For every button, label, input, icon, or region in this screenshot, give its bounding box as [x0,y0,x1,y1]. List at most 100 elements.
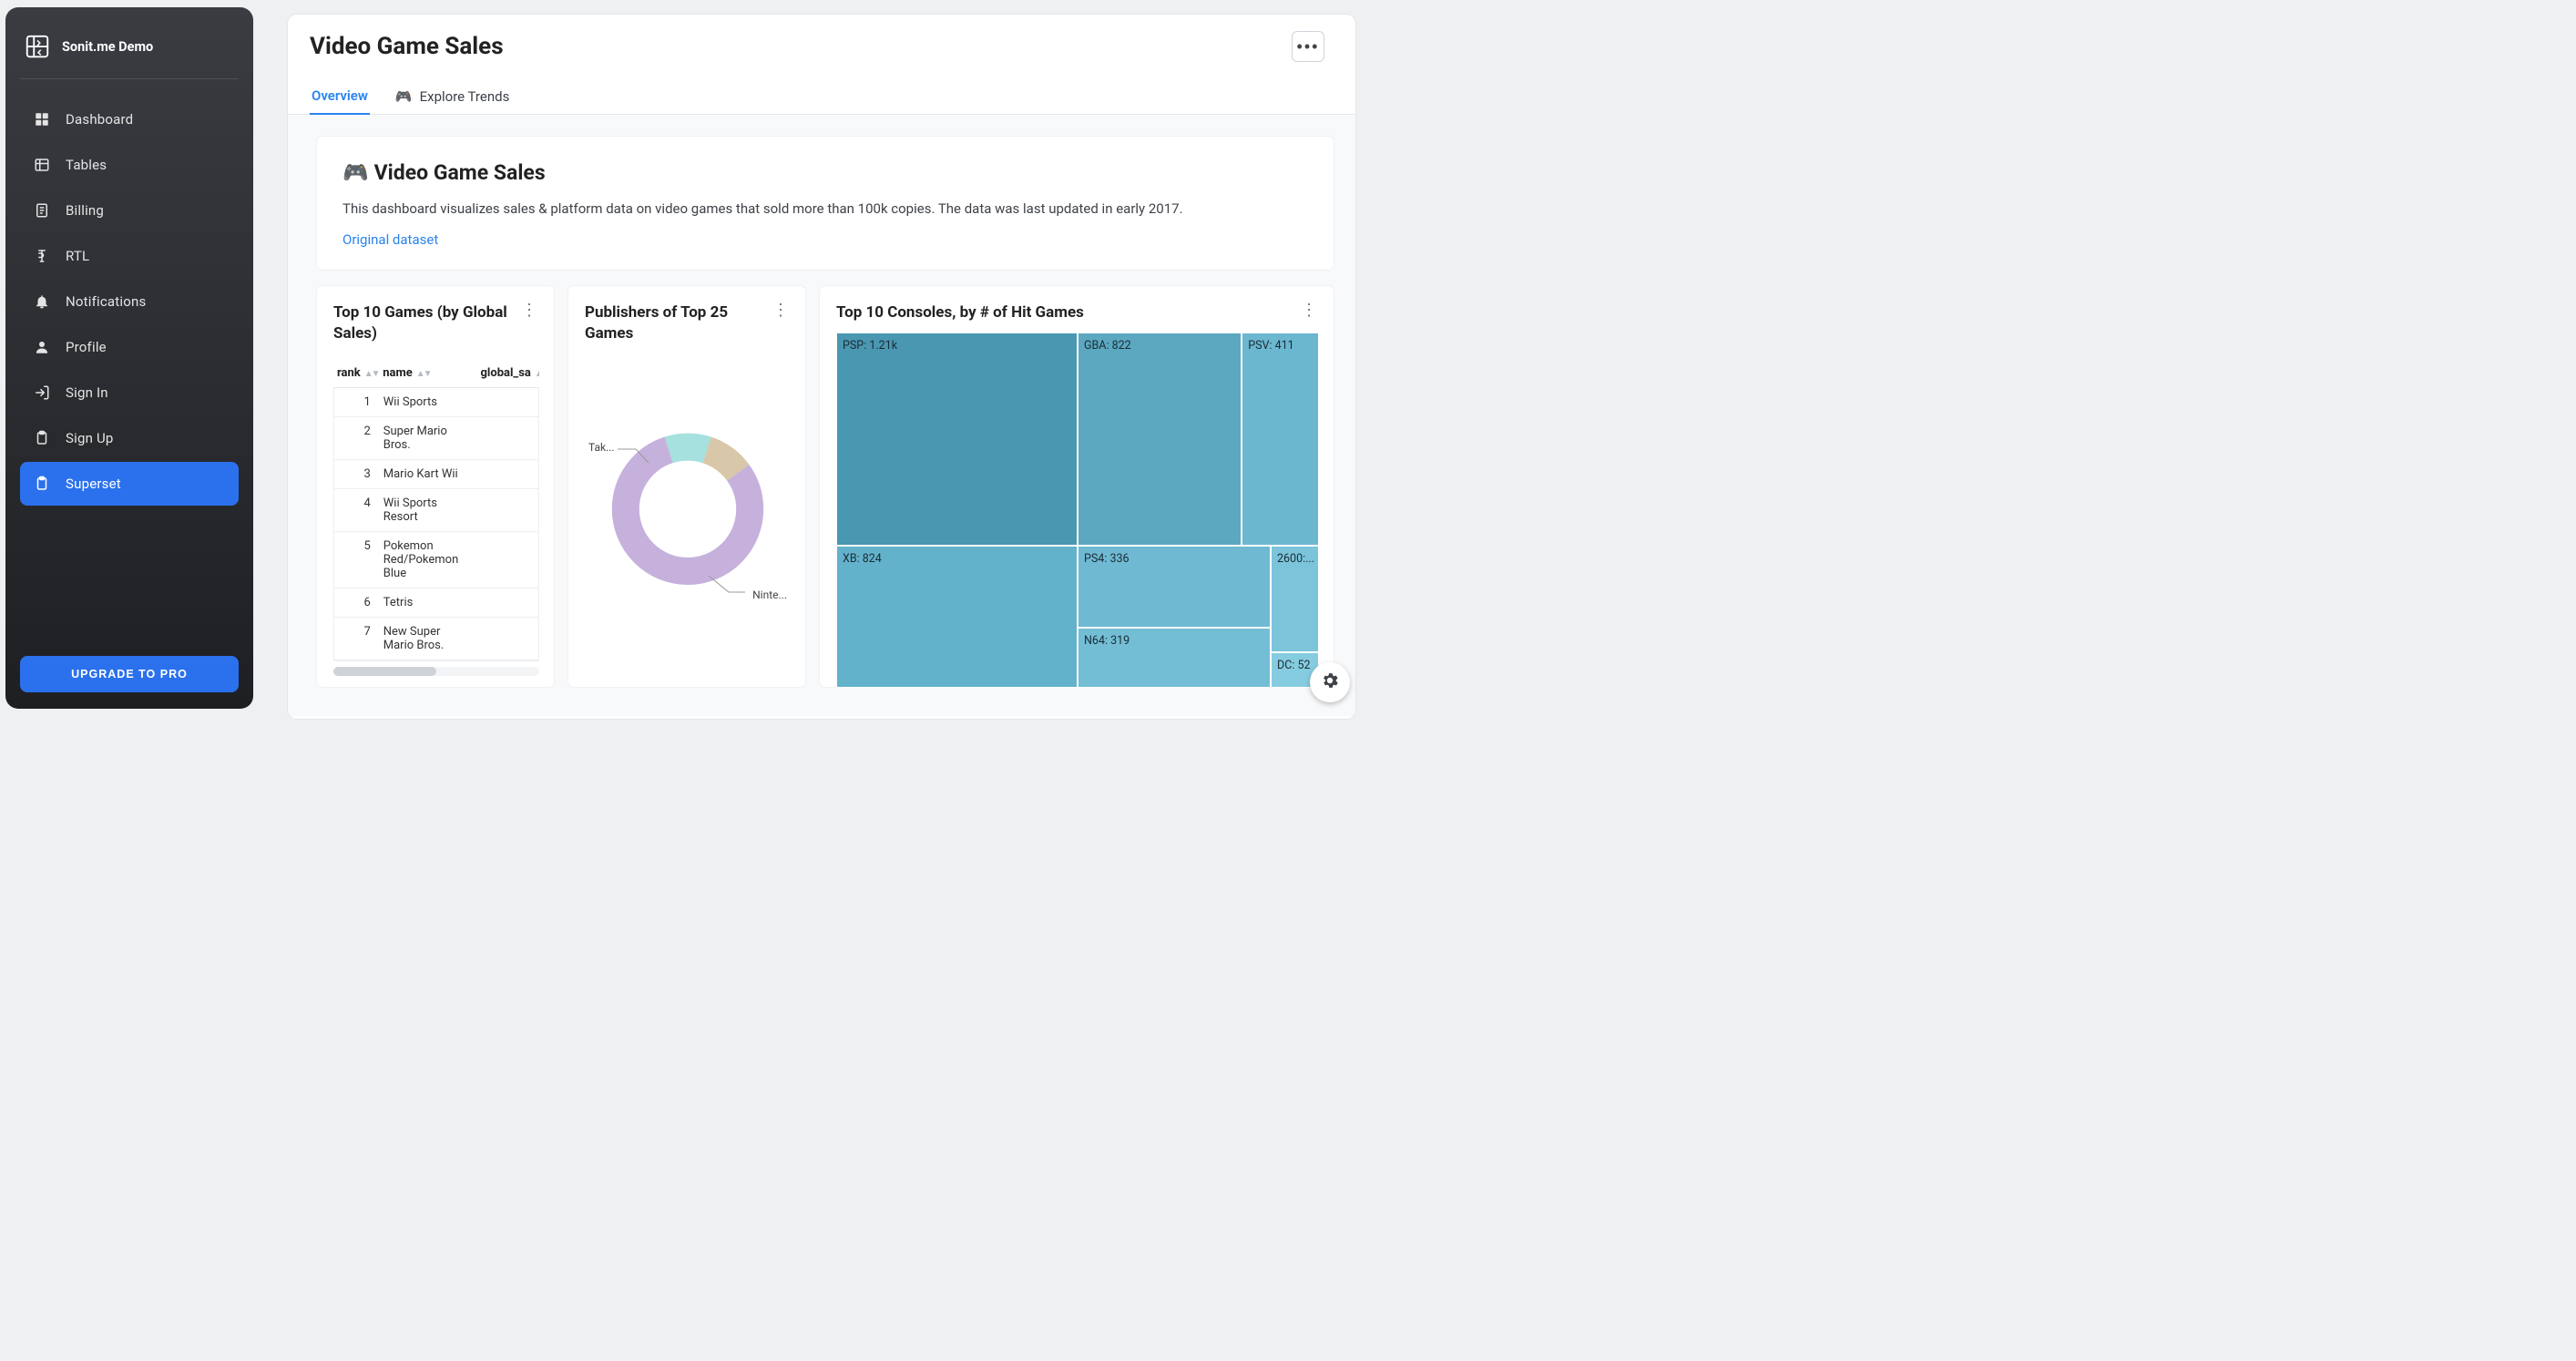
donut-leader-take [618,446,650,465]
sidebar-item-label: Profile [66,339,107,355]
sidebar-item-label: Sign Up [66,430,114,446]
cell-name: Super Mario Bros. [380,416,476,459]
brand-icon [24,33,51,60]
cell-global-sales [476,531,538,588]
panel-consoles-title: Top 10 Consoles, by # of Hit Games [836,302,1084,323]
cell-rank: 2 [334,416,380,459]
page-title: Video Game Sales [310,33,504,60]
sort-icon: ▲▼ [364,369,379,379]
table-row[interactable]: 7New Super Mario Bros. [334,617,538,660]
table-horizontal-scrollbar[interactable] [333,667,539,676]
cell-global-sales [476,388,538,417]
treemap-cell-label: 2600:... [1277,552,1314,566]
bell-icon [33,292,51,311]
cell-global-sales [476,416,538,459]
gamepad-icon: 🎮 [395,88,413,105]
table-row[interactable]: 5Pokemon Red/Pokemon Blue [334,531,538,588]
cell-name: Mario Kart Wii [380,459,476,488]
treemap-cell[interactable]: PS4: 336 [1078,546,1271,628]
tabs: Overview 🎮 Explore Trends [288,69,1355,115]
sidebar-item-rtl[interactable]: RTL [20,234,239,278]
panel-consoles-menu[interactable]: ⋮ [1299,302,1319,319]
tab-explore-trends[interactable]: 🎮 Explore Trends [394,78,511,114]
sidebar-nav: Dashboard Tables Billing RTL Notifications Pr… [20,97,239,506]
cell-rank: 6 [334,588,380,617]
table-scroll[interactable]: 1Wii Sports2Super Mario Bros.3Mario Kart… [333,388,539,661]
treemap-cell-label: DC: 52 [1277,659,1311,672]
panel-publishers-menu[interactable]: ⋮ [771,302,791,319]
brand: Sonit.me Demo [20,27,239,79]
panel-top-games-menu[interactable]: ⋮ [519,302,539,319]
sidebar-item-signin[interactable]: Sign In [20,371,239,414]
table-row[interactable]: 3Mario Kart Wii [334,459,538,488]
content: 🎮 Video Game Sales This dashboard visual… [288,115,1355,716]
table-row[interactable]: 1Wii Sports [334,388,538,417]
dots-vertical-icon: ⋮ [1301,301,1317,320]
brand-title: Sonit.me Demo [62,39,153,55]
treemap-cell-label: PSV: 411 [1248,339,1293,353]
intro-description: This dashboard visualizes sales & platfo… [342,200,1308,219]
treemap-cell[interactable]: PSV: 411 [1242,333,1319,546]
panels-row: Top 10 Games (by Global Sales) ⋮ rank▲▼n… [317,286,1334,687]
panel-publishers-title: Publishers of Top 25 Games [585,302,763,344]
treemap-cell-label: PS4: 336 [1084,552,1130,566]
cell-rank: 4 [334,488,380,531]
tab-label: Explore Trends [420,88,510,105]
sidebar-item-label: Notifications [66,293,146,310]
table-row[interactable]: 2Super Mario Bros. [334,416,538,459]
treemap-cell-label: N64: 319 [1084,634,1130,648]
tab-label: Overview [312,87,368,104]
treemap-cell[interactable]: N64: 319 [1078,628,1271,688]
more-actions-button[interactable]: ••• [1292,31,1324,62]
main-scroll[interactable]: Video Game Sales ••• Overview 🎮 Explore Tr… [288,15,1355,719]
cell-name: New Super Mario Bros. [380,617,476,660]
sidebar-item-superset[interactable]: Superset [20,462,239,506]
sidebar-item-dashboard[interactable]: Dashboard [20,97,239,141]
clipboard-icon [33,475,51,493]
panel-publishers: Publishers of Top 25 Games ⋮ [568,286,805,687]
sidebar-item-billing[interactable]: Billing [20,189,239,232]
upgrade-button[interactable]: UPGRADE TO PRO [20,656,239,692]
gear-icon [1320,670,1340,694]
table-col-name[interactable]: name▲▼ [379,361,476,388]
donut-chart: Tak... Ninte... [585,344,791,654]
cell-name: Wii Sports [380,388,476,417]
table-icon [33,156,51,174]
sidebar-item-label: Billing [66,202,104,219]
treemap-cell[interactable]: GBA: 822 [1078,333,1242,546]
intro-title-text: Video Game Sales [374,160,546,185]
table-col-rank[interactable]: rank▲▼ [333,361,379,388]
intro-title: 🎮 Video Game Sales [342,160,1308,185]
tab-overview[interactable]: Overview [310,78,370,115]
treemap-cell[interactable]: XB: 824 [836,546,1078,688]
main: Video Game Sales ••• Overview 🎮 Explore Tr… [288,15,1355,719]
treemap-cell-label: PSP: 1.21k [843,339,897,353]
receipt-icon [33,201,51,220]
cell-rank: 7 [334,617,380,660]
settings-fab[interactable] [1310,662,1350,702]
sort-icon: ▲▼ [416,369,431,379]
panel-top-games-title: Top 10 Games (by Global Sales) [333,302,512,344]
treemap-cell[interactable]: PSP: 1.21k [836,333,1078,546]
sidebar-item-tables[interactable]: Tables [20,143,239,187]
dots-vertical-icon: ⋮ [772,301,789,320]
cell-rank: 1 [334,388,380,417]
sidebar-item-label: Sign In [66,384,108,401]
treemap-cell[interactable]: 2600:... [1271,546,1319,652]
person-icon [33,338,51,356]
sidebar-item-signup[interactable]: Sign Up [20,416,239,460]
dots-horizontal-icon: ••• [1297,37,1320,56]
cell-global-sales [476,588,538,617]
gamepad-icon: 🎮 [342,160,369,185]
sidebar-item-label: RTL [66,248,89,264]
original-dataset-link[interactable]: Original dataset [342,231,438,248]
sidebar-item-profile[interactable]: Profile [20,325,239,369]
sidebar: Sonit.me Demo Dashboard Tables Billing RTL N… [5,7,253,709]
table-col-global_sales[interactable]: global_sa▲▼ [477,361,540,388]
table-row[interactable]: 6Tetris [334,588,538,617]
cell-rank: 5 [334,531,380,588]
table-row[interactable]: 4Wii Sports Resort [334,488,538,531]
sidebar-item-notifications[interactable]: Notifications [20,280,239,323]
panel-consoles: Top 10 Consoles, by # of Hit Games ⋮ PSP… [820,286,1334,687]
sidebar-item-label: Tables [66,157,107,173]
